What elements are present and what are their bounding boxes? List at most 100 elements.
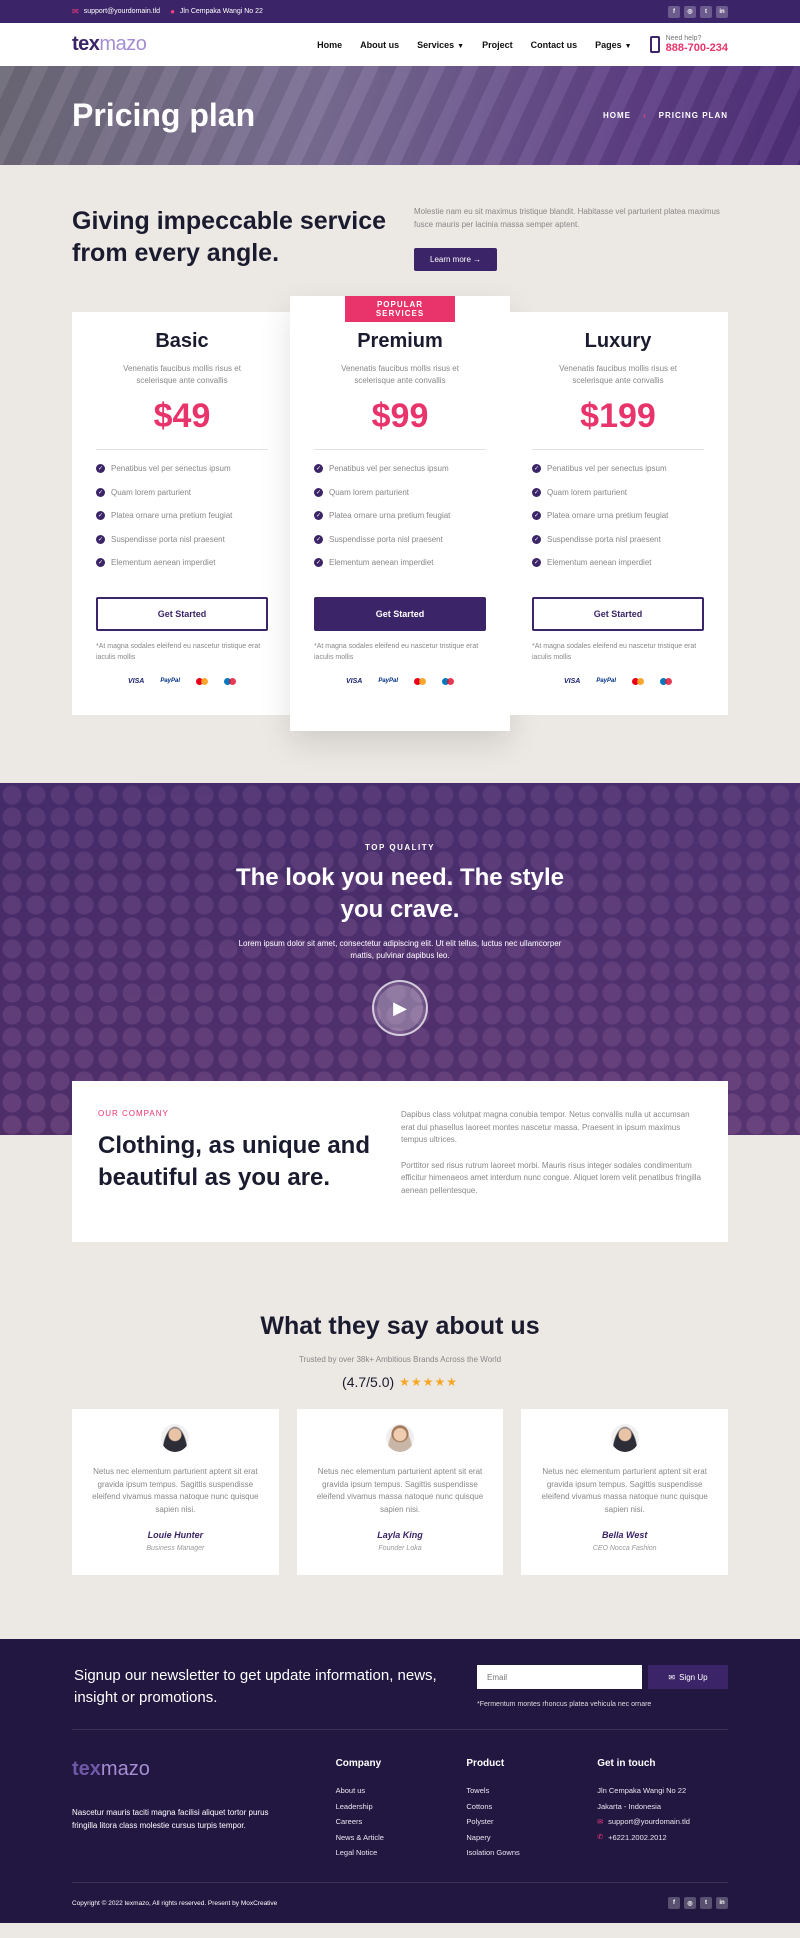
check-circle-icon: ✓	[96, 534, 105, 544]
linkedin-icon[interactable]: in	[716, 1897, 728, 1909]
footer-link[interactable]: Cottons	[466, 1799, 597, 1815]
nav-pages[interactable]: Pages ▼	[595, 40, 631, 50]
plan-card-luxury: Luxury Venenatis faucibus mollis risus e…	[508, 312, 728, 715]
footer-about: texmazo Nascetur mauris taciti magna fac…	[72, 1758, 336, 1882]
help-contact[interactable]: Need help? 888-700-234	[649, 35, 728, 54]
nav-pages-label: Pages	[595, 39, 622, 50]
footer-contact-title: Get in touch	[597, 1758, 656, 1769]
newsletter-form: ✉ Sign Up *Fermentum montes rhoncus plat…	[477, 1665, 728, 1708]
footer-product: Product Towels Cottons Polyster Napery I…	[466, 1758, 597, 1882]
feature-text: Quam lorem parturient	[547, 487, 628, 497]
newsletter-note: *Fermentum montes rhoncus platea vehicul…	[477, 1701, 652, 1708]
feature-text: Suspendisse porta nisl praesent	[111, 534, 225, 544]
footer-link[interactable]: Towels	[466, 1783, 597, 1799]
logo[interactable]: texmazo	[72, 33, 147, 56]
contact-phone[interactable]: ✆ +6221.2002.2012	[597, 1830, 728, 1846]
plan-description: Venenatis faucibus mollis risus et scele…	[123, 364, 241, 385]
footer-link[interactable]: Leadership	[336, 1799, 467, 1815]
footer-logo-part-2: mazo	[100, 1758, 150, 1780]
feature-item: ✓ Penatibus vel per senectus ipsum	[96, 457, 268, 481]
twitter-icon[interactable]: t	[700, 1897, 712, 1909]
site-footer: Signup our newsletter to get update info…	[0, 1639, 800, 1923]
feature-item: ✓ Suspendisse porta nisl praesent	[532, 528, 704, 552]
play-icon: ▶	[377, 985, 423, 1031]
pricing-section: Basic Venenatis faucibus mollis risus et…	[72, 271, 728, 731]
footer-link[interactable]: News & Article	[336, 1830, 467, 1846]
play-button[interactable]: ▶	[372, 980, 428, 1036]
twitter-icon[interactable]: t	[700, 5, 712, 18]
breadcrumb: HOME › PRICING PLAN	[603, 111, 728, 120]
feature-text: Suspendisse porta nisl praesent	[547, 534, 661, 544]
plan-name: Luxury	[584, 330, 652, 352]
learn-more-button[interactable]: Learn more →	[414, 248, 498, 271]
check-circle-icon: ✓	[532, 464, 541, 474]
footer-link[interactable]: Polyster	[466, 1814, 597, 1830]
linkedin-icon[interactable]: in	[716, 5, 728, 18]
check-circle-icon: ✓	[314, 534, 323, 544]
feature-text: Penatibus vel per senectus ipsum	[329, 464, 449, 474]
testimonial-role: Business Manager	[146, 1545, 205, 1552]
location-pin-icon: ●	[170, 7, 175, 16]
footer-product-title: Product	[466, 1758, 505, 1769]
footer-link[interactable]: Careers	[336, 1814, 467, 1830]
breadcrumb-home[interactable]: HOME	[603, 111, 631, 120]
testimonials-section: What they say about us Trusted by over 3…	[72, 1242, 729, 1575]
mail-icon: ✉	[72, 7, 79, 16]
instagram-icon[interactable]: ◎	[684, 1897, 696, 1909]
footer-link[interactable]: About us	[336, 1783, 467, 1799]
testimonial-card: Netus nec elementum parturient aptent si…	[72, 1409, 279, 1575]
phone-icon	[649, 36, 660, 53]
feature-text: Platea ornare urna pretium feugiat	[547, 511, 669, 521]
testimonial-quote: Netus nec elementum parturient aptent si…	[316, 1467, 484, 1514]
plan-note: *At magna sodales eleifend eu nascetur t…	[532, 642, 697, 661]
newsletter-text: Signup our newsletter to get update info…	[74, 1667, 437, 1706]
nav-services[interactable]: Services ▼	[417, 40, 464, 50]
facebook-icon[interactable]: f	[668, 1897, 680, 1909]
footer-link[interactable]: Napery	[466, 1830, 597, 1846]
feature-text: Platea ornare urna pretium feugiat	[329, 511, 451, 521]
nav-contact[interactable]: Contact us	[531, 40, 578, 50]
testimonial-cards: Netus nec elementum parturient aptent si…	[72, 1409, 729, 1575]
email-field[interactable]	[477, 1665, 642, 1689]
company-section: OUR COMPANY Clothing, as unique and beau…	[72, 1081, 728, 1242]
contact-phone-text: +6221.2002.2012	[608, 1832, 667, 1842]
logo-part-2: mazo	[99, 33, 147, 55]
payment-icons: VISA PayPal	[508, 677, 728, 685]
check-circle-icon: ✓	[532, 558, 541, 568]
nav-project[interactable]: Project	[482, 40, 513, 50]
get-started-button[interactable]: Get Started	[96, 596, 268, 631]
testimonial-card: Netus nec elementum parturient aptent si…	[296, 1409, 504, 1575]
contact-email[interactable]: ✉ support@yourdomain.tld	[597, 1814, 728, 1830]
plan-note: *At magna sodales eleifend eu nascetur t…	[314, 642, 479, 661]
nav-home[interactable]: Home	[317, 40, 342, 50]
footer-link[interactable]: Isolation Gowns	[466, 1845, 597, 1861]
feature-text: Quam lorem parturient	[111, 487, 192, 497]
intro-text: Molestie nam eu sit maximus tristique bl…	[414, 207, 720, 229]
instagram-icon[interactable]: ◎	[684, 5, 696, 18]
mastercard-icon	[632, 677, 645, 685]
nav-about[interactable]: About us	[360, 40, 399, 50]
visa-icon: VISA	[127, 677, 145, 685]
chevron-down-icon: ▼	[624, 42, 632, 50]
copyright: Copyright © 2022 texmazo, All rights res…	[72, 1899, 278, 1907]
plan-note: *At magna sodales eleifend eu nascetur t…	[96, 642, 261, 661]
mastercard-icon	[414, 677, 427, 685]
plan-price: $99	[371, 397, 429, 435]
footer-link[interactable]: Legal Notice	[336, 1845, 467, 1861]
contact-address-line-2: Jakarta - Indonesia	[597, 1801, 661, 1811]
star-icons: ★★★★★	[399, 1375, 458, 1389]
sign-up-button[interactable]: ✉ Sign Up	[648, 1665, 728, 1689]
help-label: Need help?	[665, 35, 702, 42]
popular-badge: POPULAR SERVICES	[345, 296, 455, 322]
get-started-button[interactable]: Get Started	[314, 596, 486, 631]
footer-contact: Get in touch Jln Cempaka Wangi No 22 Jak…	[597, 1758, 728, 1882]
topbar-email[interactable]: ✉ support@yourdomain.tld	[72, 7, 160, 16]
facebook-icon[interactable]: f	[668, 5, 680, 18]
topbar-socials: f ◎ t in	[668, 5, 728, 18]
feature-item: ✓ Penatibus vel per senectus ipsum	[314, 457, 486, 481]
feature-item: ✓ Quam lorem parturient	[532, 481, 704, 505]
footer-logo[interactable]: texmazo	[72, 1758, 336, 1781]
feature-item: ✓ Suspendisse porta nisl praesent	[96, 528, 268, 552]
check-circle-icon: ✓	[532, 534, 541, 544]
get-started-button[interactable]: Get Started	[532, 596, 704, 631]
